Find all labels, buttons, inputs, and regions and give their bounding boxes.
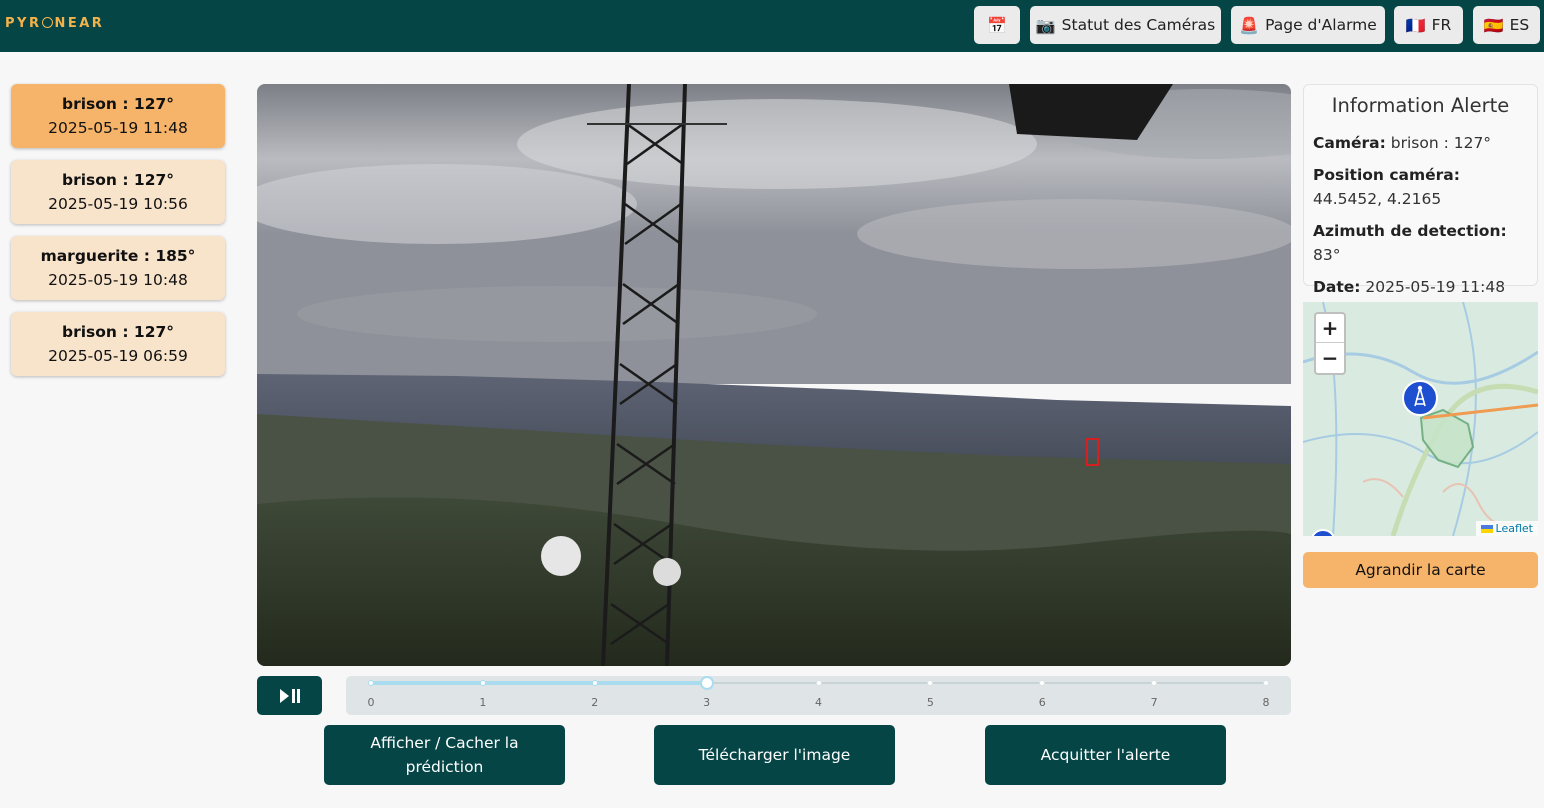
info-camera-label: Caméra: xyxy=(1313,134,1386,152)
info-position-label: Position caméra: xyxy=(1313,166,1460,184)
calendar-icon: 📅 xyxy=(987,15,1007,35)
slider-tick-label: 7 xyxy=(1150,696,1158,709)
info-camera: Caméra: brison : 127° xyxy=(1304,131,1537,155)
info-position-value: 44.5452, 4.2165 xyxy=(1313,190,1442,208)
alarm-page-button[interactable]: 🚨 Page d'Alarme xyxy=(1231,6,1385,44)
zoom-in-button[interactable]: + xyxy=(1316,314,1344,343)
camera-icon: 📷 xyxy=(1035,15,1056,35)
attribution-link[interactable]: Leaflet xyxy=(1496,522,1533,535)
alert-card-date: 2025-05-19 11:48 xyxy=(48,119,188,137)
alert-card-date: 2025-05-19 10:56 xyxy=(48,195,188,213)
slider-tick-label: 0 xyxy=(367,696,375,709)
french-flag-icon: 🇫🇷 xyxy=(1405,15,1426,35)
slider-tick[interactable] xyxy=(479,680,486,686)
camera-scene xyxy=(257,84,1291,666)
pyronear-logo[interactable]: PYR NEAR xyxy=(5,16,104,31)
alert-map[interactable]: + − Leaflet xyxy=(1303,302,1538,536)
siren-icon: 🚨 xyxy=(1239,15,1260,35)
alert-card-title: brison : 127° xyxy=(61,323,175,341)
alert-card-date: 2025-05-19 06:59 xyxy=(48,347,188,365)
slider-tick[interactable] xyxy=(368,680,374,686)
camera-status-button[interactable]: 📷 Statut des Caméras xyxy=(1030,6,1221,44)
slider-tick[interactable] xyxy=(1039,680,1046,686)
slider-tick[interactable] xyxy=(927,680,934,686)
alert-card-title: marguerite : 185° xyxy=(40,247,196,265)
spanish-flag-icon: 🇪🇸 xyxy=(1483,15,1504,35)
info-title: Information Alerte xyxy=(1331,94,1510,117)
alert-card[interactable]: brison : 127° 2025-05-19 06:59 xyxy=(11,312,225,376)
slider-tick-label: 6 xyxy=(1038,696,1046,709)
alert-card-title: brison : 127° xyxy=(61,95,175,113)
language-es-button[interactable]: 🇪🇸 ES xyxy=(1473,6,1540,44)
ukraine-flag-icon xyxy=(1480,524,1493,533)
slider-tick[interactable] xyxy=(815,680,822,686)
alert-info-panel: Information Alerte Caméra: brison : 127°… xyxy=(1303,84,1538,296)
alert-card[interactable]: marguerite : 185° 2025-05-19 10:48 xyxy=(11,236,225,300)
camera-status-label: Statut des Caméras xyxy=(1061,16,1216,34)
language-fr-label: FR xyxy=(1431,16,1452,34)
enlarge-map-button[interactable]: Agrandir la carte xyxy=(1303,552,1538,588)
flame-icon xyxy=(42,17,54,28)
slider-tick-label: 2 xyxy=(591,696,599,709)
info-date-value: 2025-05-19 11:48 xyxy=(1365,278,1506,296)
logo-text-right: NEAR xyxy=(54,16,105,31)
info-position: Position caméra: 44.5452, 4.2165 xyxy=(1304,163,1537,211)
play-pause-button[interactable] xyxy=(257,676,322,715)
language-fr-button[interactable]: 🇫🇷 FR xyxy=(1394,6,1463,44)
slider-tick[interactable] xyxy=(591,680,598,686)
slider-progress xyxy=(371,681,707,685)
map-zoom-control: + − xyxy=(1314,312,1346,375)
slider-tick-label: 8 xyxy=(1262,696,1270,709)
play-pause-icon xyxy=(279,688,300,703)
info-date-label: Date: xyxy=(1313,278,1361,296)
toggle-prediction-button[interactable]: Afficher / Cacher la prédiction xyxy=(324,725,565,785)
info-azimuth-label: Azimuth de detection: xyxy=(1313,222,1507,240)
download-image-button[interactable]: Télécharger l'image xyxy=(654,725,895,785)
slider-tick[interactable] xyxy=(1263,680,1269,686)
slider-tick[interactable] xyxy=(1151,680,1158,686)
slider-tick-label: 4 xyxy=(815,696,822,709)
alarm-page-label: Page d'Alarme xyxy=(1265,16,1377,34)
slider-tick-label: 1 xyxy=(479,696,487,709)
alert-card-date: 2025-05-19 10:48 xyxy=(48,271,188,289)
info-camera-value: brison : 127° xyxy=(1390,134,1492,152)
zoom-out-button[interactable]: − xyxy=(1316,343,1344,372)
info-azimuth: Azimuth de detection: 83° xyxy=(1304,219,1537,267)
info-azimuth-value: 83° xyxy=(1313,246,1341,264)
calendar-button[interactable]: 📅 xyxy=(974,6,1020,44)
alert-card-title: brison : 127° xyxy=(61,171,175,189)
slider-handle[interactable] xyxy=(699,676,714,690)
slider-tick-label: 3 xyxy=(703,696,711,709)
map-attribution[interactable]: Leaflet xyxy=(1475,521,1538,536)
camera-image xyxy=(257,84,1291,666)
frame-slider[interactable]: 0 1 2 3 4 5 6 7 8 xyxy=(346,676,1291,715)
slider-tick-label: 5 xyxy=(926,696,934,709)
alert-card[interactable]: brison : 127° 2025-05-19 10:56 xyxy=(11,160,225,224)
logo-text-left: PYR xyxy=(5,16,42,31)
alert-card[interactable]: brison : 127° 2025-05-19 11:48 xyxy=(11,84,225,148)
language-es-label: ES xyxy=(1509,16,1530,34)
acknowledge-alert-button[interactable]: Acquitter l'alerte xyxy=(985,725,1226,785)
info-date: Date: 2025-05-19 11:48 xyxy=(1304,275,1537,299)
top-navbar: PYR NEAR 📅 📷 Statut des Caméras 🚨 Page d'… xyxy=(0,0,1544,52)
